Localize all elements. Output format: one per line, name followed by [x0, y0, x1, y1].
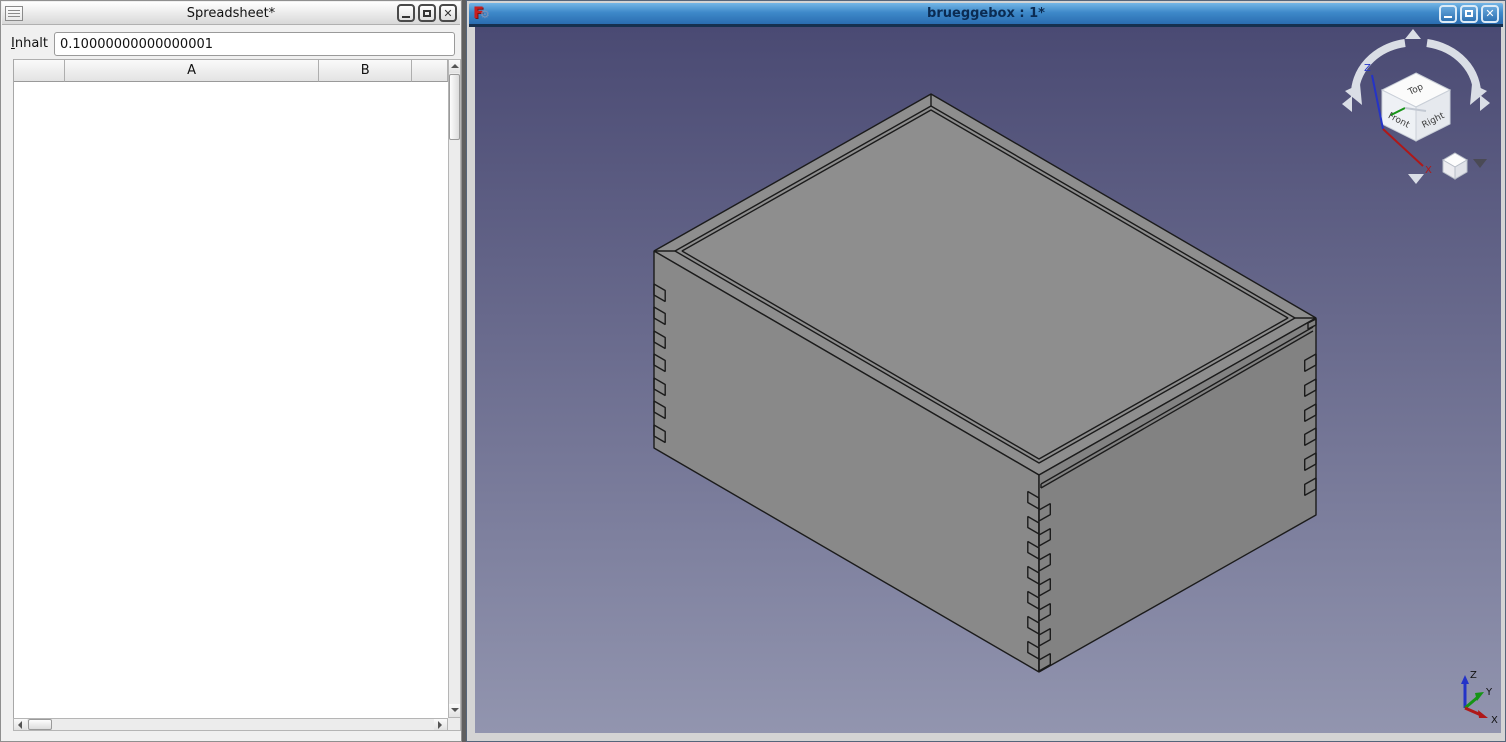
horizontal-scrollbar[interactable]	[13, 718, 448, 731]
axis-y-label: Y	[1485, 687, 1493, 698]
3d-viewport[interactable]: Top Front Right Z X	[475, 27, 1501, 733]
gear-icon: ⚙	[480, 8, 490, 21]
down-arrow-icon	[451, 708, 459, 712]
freecad-logo-icon: F ⚙	[473, 5, 491, 22]
close-icon: ✕	[1485, 8, 1494, 19]
spreadsheet-titlebar[interactable]: Spreadsheet* ✕	[2, 2, 460, 25]
navcube-x-label: X	[1425, 165, 1432, 176]
axis-x-label: X	[1491, 715, 1498, 726]
scroll-right-button[interactable]	[434, 719, 447, 730]
minimize-button[interactable]	[397, 4, 415, 22]
column-header-a[interactable]: A	[65, 59, 319, 82]
freecad-workspace: Spreadsheet* ✕ Inhalt A B	[0, 0, 1506, 742]
content-field-label: Inhalt	[11, 36, 48, 51]
maximize-button-3d[interactable]	[1460, 5, 1478, 23]
minimize-icon	[1444, 16, 1452, 18]
corner-header-cell[interactable]	[14, 59, 65, 82]
maximize-button[interactable]	[418, 4, 436, 22]
3d-view-title: brueggebox : 1*	[469, 6, 1503, 21]
close-button[interactable]: ✕	[439, 4, 457, 22]
scroll-down-button[interactable]	[449, 704, 460, 717]
spreadsheet-window: Spreadsheet* ✕ Inhalt A B	[0, 0, 462, 742]
navcube-z-label: Z	[1364, 63, 1371, 74]
close-icon: ✕	[443, 8, 452, 19]
cell-content-input[interactable]	[54, 32, 455, 56]
3d-view-titlebar[interactable]: F ⚙ brueggebox : 1* ✕	[469, 3, 1503, 24]
scroll-up-button[interactable]	[449, 60, 460, 73]
up-arrow-icon	[451, 64, 459, 68]
spreadsheet-window-title: Spreadsheet*	[2, 6, 460, 21]
3d-view-window: F ⚙ brueggebox : 1* ✕	[466, 0, 1506, 742]
vertical-scroll-thumb[interactable]	[449, 74, 460, 140]
minimize-icon	[402, 16, 410, 18]
maximize-icon	[423, 10, 431, 17]
right-arrow-icon	[438, 721, 442, 729]
close-button-3d[interactable]: ✕	[1481, 5, 1499, 23]
grid-viewport: A B	[13, 59, 448, 718]
spreadsheet-grid: A B	[13, 59, 461, 731]
maximize-icon	[1465, 10, 1473, 17]
column-header-c[interactable]	[412, 59, 448, 82]
left-arrow-icon	[18, 721, 22, 729]
scrollbar-corner	[448, 718, 461, 731]
vertical-scrollbar[interactable]	[448, 59, 461, 718]
grid-header-row: A B	[14, 59, 448, 82]
horizontal-scroll-thumb[interactable]	[28, 719, 52, 730]
scroll-left-button[interactable]	[14, 719, 27, 730]
minimize-button-3d[interactable]	[1439, 5, 1457, 23]
axis-z-label: Z	[1470, 670, 1477, 681]
column-header-b[interactable]: B	[319, 59, 412, 82]
